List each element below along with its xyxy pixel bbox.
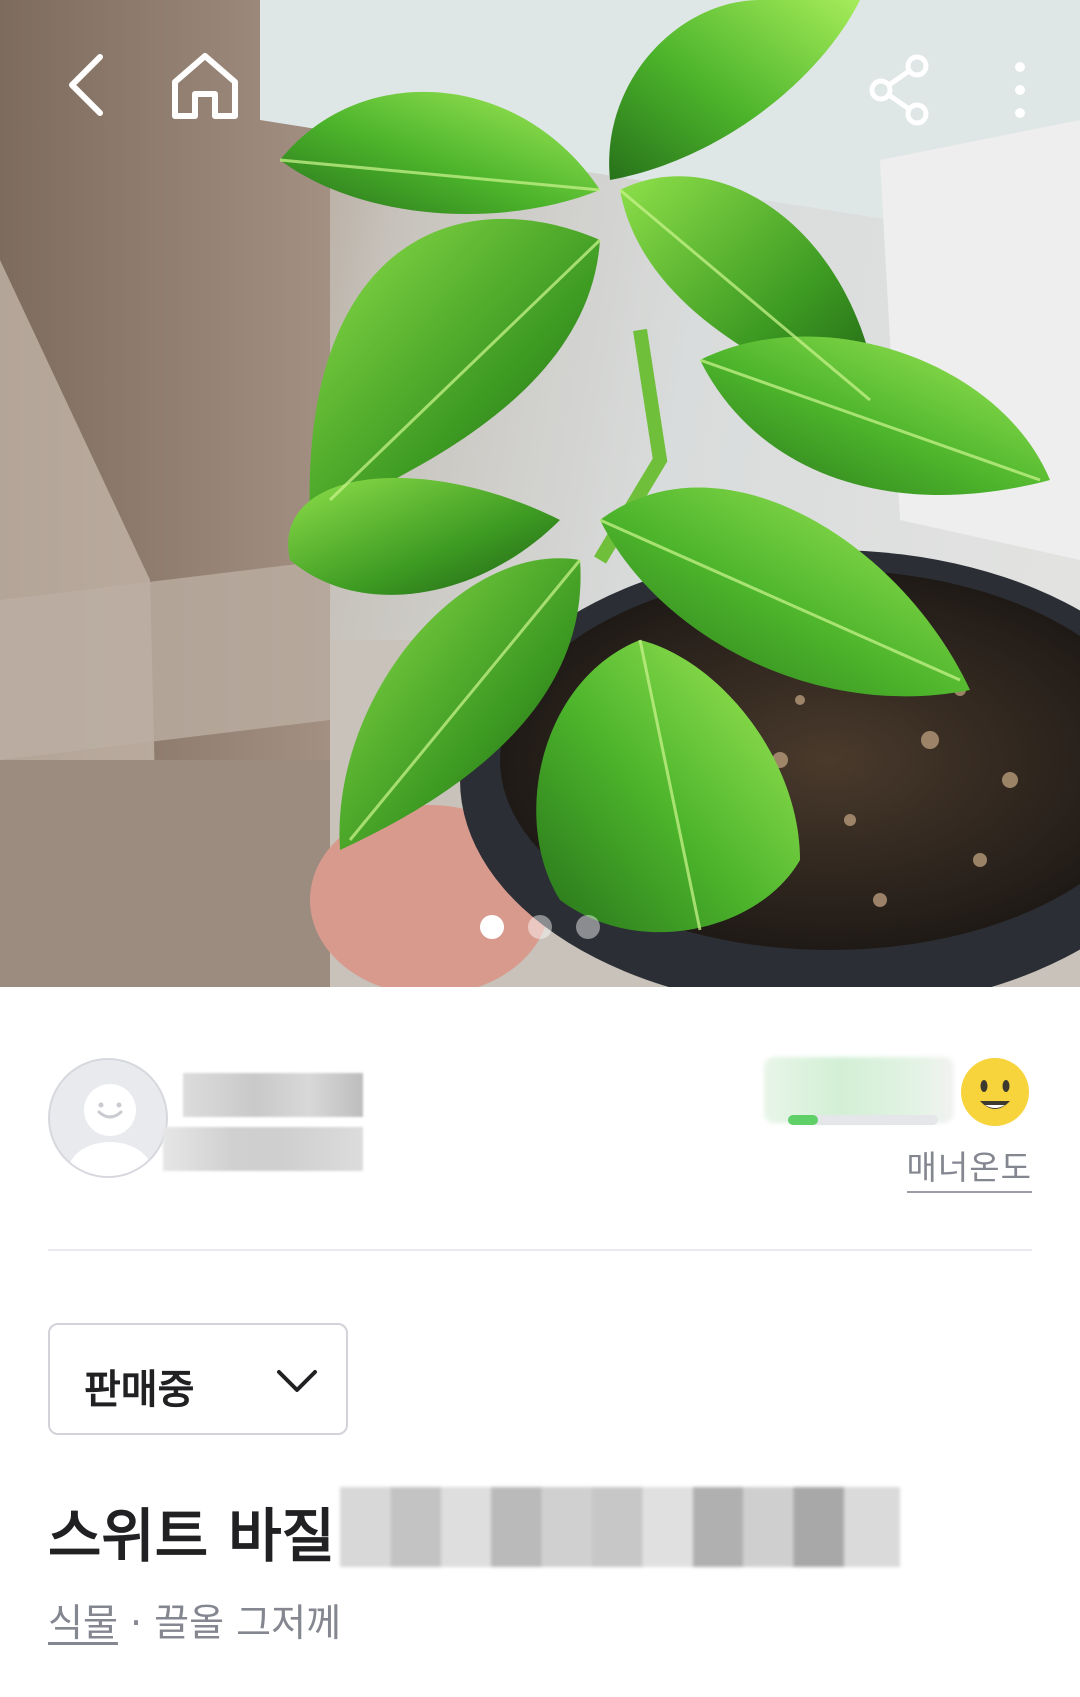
- post-title-redacted: [340, 1487, 900, 1567]
- sale-status-dropdown[interactable]: 판매중: [48, 1323, 348, 1435]
- manner-temperature-bar-fill: [788, 1115, 818, 1125]
- gallery-page-indicator: [0, 915, 1080, 941]
- chevron-down-icon: [274, 1363, 320, 1399]
- product-photo-gallery[interactable]: [0, 0, 1080, 987]
- meta-separator: ·: [117, 1601, 155, 1645]
- avatar[interactable]: [48, 1058, 168, 1178]
- seller-name[interactable]: [183, 1073, 363, 1117]
- more-vertical-icon[interactable]: [1000, 55, 1040, 125]
- smiling-face-icon: [958, 1055, 1032, 1129]
- seller-location: [163, 1127, 363, 1171]
- manner-temperature-bar: [788, 1115, 938, 1125]
- top-navigation-bar: [0, 0, 1080, 180]
- post-time: 끌올 그저께: [154, 1601, 342, 1645]
- product-detail-page: 매너온도 판매중 스위트 바질 식물 · 끌올 그저께: [0, 0, 1080, 1697]
- divider: [48, 1249, 1032, 1251]
- sale-status-label: 판매중: [84, 1367, 195, 1413]
- category-link[interactable]: 식물: [48, 1601, 118, 1645]
- manner-temperature-value: [764, 1057, 954, 1123]
- post-meta: 식물 · 끌올 그저께: [48, 1592, 341, 1647]
- gallery-dot[interactable]: [576, 915, 600, 939]
- gallery-dot[interactable]: [528, 915, 552, 939]
- default-profile-icon: [68, 1084, 152, 1176]
- home-icon[interactable]: [165, 48, 245, 124]
- manner-temperature-link[interactable]: 매너온도: [906, 1141, 1032, 1193]
- post-title: 스위트 바질: [48, 1475, 948, 1570]
- seller-profile[interactable]: 매너온도: [48, 1055, 1032, 1193]
- gallery-dot-active[interactable]: [480, 915, 504, 939]
- share-icon[interactable]: [865, 50, 935, 130]
- post-title-text: 스위트 바질: [48, 1502, 335, 1570]
- back-icon[interactable]: [55, 45, 125, 125]
